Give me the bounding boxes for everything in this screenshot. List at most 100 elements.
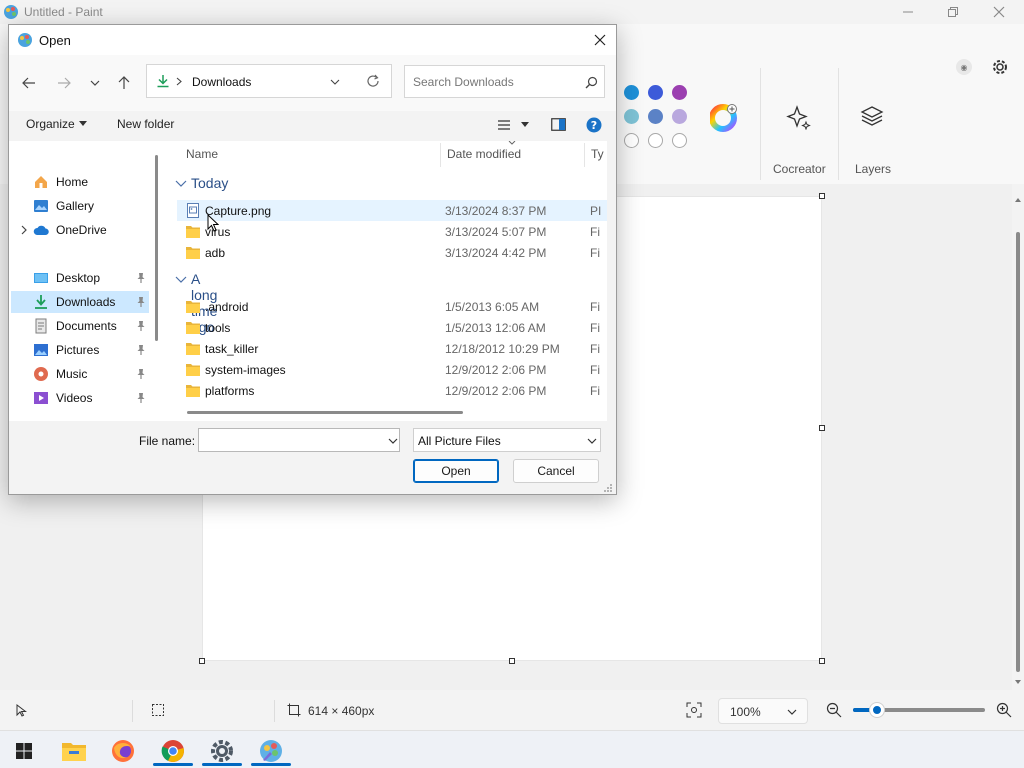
palette-color-swatch[interactable] xyxy=(624,109,639,124)
chevron-down-icon[interactable] xyxy=(388,437,398,445)
canvas-resize-handle[interactable] xyxy=(819,425,825,431)
preview-pane-icon[interactable] xyxy=(551,118,566,131)
taskbar-paint[interactable] xyxy=(251,736,291,766)
nav-item-documents[interactable]: Documents xyxy=(11,315,149,337)
file-type-select[interactable]: All Picture Files xyxy=(413,428,601,452)
forward-button[interactable] xyxy=(52,71,76,95)
back-button[interactable] xyxy=(17,71,41,95)
palette-color-swatch[interactable] xyxy=(624,85,639,100)
organize-button[interactable]: Organize xyxy=(26,117,75,131)
nav-item-gallery[interactable]: Gallery xyxy=(11,195,149,217)
taskbar-firefox[interactable] xyxy=(103,736,143,766)
folder-row[interactable]: task_killer 12/18/2012 10:29 PM Fi xyxy=(177,338,607,359)
folder-row[interactable]: adb 3/13/2024 4:42 PM Fi xyxy=(177,242,607,263)
collapse-chevron-icon[interactable] xyxy=(175,275,187,285)
open-button[interactable]: Open xyxy=(413,459,499,483)
start-button[interactable] xyxy=(4,736,44,766)
taskbar-settings[interactable] xyxy=(202,736,242,766)
nav-item-music[interactable]: Music xyxy=(11,363,149,385)
resize-grip-icon[interactable] xyxy=(603,483,613,493)
nav-item-label: Home xyxy=(56,175,89,189)
new-folder-button[interactable]: New folder xyxy=(117,117,174,131)
address-bar[interactable]: Downloads xyxy=(146,64,392,98)
folder-row[interactable]: .android 1/5/2013 6:05 AM Fi xyxy=(177,296,607,317)
search-box[interactable]: Search Downloads xyxy=(404,65,605,98)
palette-color-swatch[interactable] xyxy=(672,109,687,124)
palette-color-swatch[interactable] xyxy=(672,133,687,148)
caret-down-icon[interactable] xyxy=(521,122,529,128)
status-separator xyxy=(274,700,275,722)
nav-item-downloads[interactable]: Downloads xyxy=(11,291,149,313)
palette-color-swatch[interactable] xyxy=(648,133,663,148)
zoom-out-icon[interactable] xyxy=(826,702,842,718)
up-button[interactable] xyxy=(112,71,136,95)
column-header-type[interactable]: Ty xyxy=(591,147,604,161)
ribbon-separator xyxy=(760,68,761,180)
layers-label[interactable]: Layers xyxy=(855,162,891,176)
address-text[interactable]: Downloads xyxy=(192,75,251,89)
zoom-dropdown[interactable]: 100% xyxy=(718,698,808,724)
settings-icon xyxy=(211,740,233,762)
workspace-scrollbar[interactable] xyxy=(1014,196,1022,686)
column-separator[interactable] xyxy=(584,143,585,167)
file-row[interactable]: Capture.png 3/13/2024 8:37 PM PI xyxy=(177,200,607,221)
file-type: Fi xyxy=(590,225,600,239)
taskbar-chrome[interactable] xyxy=(153,736,193,766)
nav-item-videos[interactable]: Videos xyxy=(11,387,149,409)
fit-to-window-icon[interactable] xyxy=(686,702,702,718)
nav-item-home[interactable]: Home xyxy=(11,171,149,193)
column-header-date-modified[interactable]: Date modified xyxy=(447,147,521,161)
layers-icon[interactable] xyxy=(860,104,884,128)
zoom-slider[interactable] xyxy=(853,703,985,717)
expand-chevron-icon[interactable] xyxy=(19,225,29,235)
account-avatar[interactable]: ◉ xyxy=(956,59,972,75)
home-icon xyxy=(35,176,47,188)
nav-pane-scrollbar[interactable] xyxy=(155,155,158,341)
scrollbar-thumb[interactable] xyxy=(1016,232,1020,672)
palette-color-swatch[interactable] xyxy=(648,109,663,124)
column-header-name[interactable]: Name xyxy=(186,147,218,161)
edit-colors-icon[interactable] xyxy=(710,104,738,132)
refresh-icon[interactable] xyxy=(366,74,380,88)
canvas-resize-handle[interactable] xyxy=(819,658,825,664)
folder-row[interactable]: tools 1/5/2013 12:06 AM Fi xyxy=(177,317,607,338)
canvas-resize-handle[interactable] xyxy=(819,193,825,199)
minimize-button[interactable] xyxy=(886,2,930,22)
restore-button[interactable] xyxy=(931,2,975,22)
gear-icon[interactable] xyxy=(990,57,1010,77)
nav-item-desktop[interactable]: Desktop xyxy=(11,267,149,289)
palette-color-swatch[interactable] xyxy=(624,133,639,148)
cocreator-label[interactable]: Cocreator xyxy=(773,162,826,176)
recent-locations-button[interactable] xyxy=(83,71,107,95)
folder-row[interactable]: virus 3/13/2024 5:07 PM Fi xyxy=(177,221,607,242)
search-icon[interactable] xyxy=(585,76,598,89)
column-separator[interactable] xyxy=(440,143,441,167)
cancel-button[interactable]: Cancel xyxy=(513,459,599,483)
chevron-down-icon[interactable] xyxy=(330,78,340,86)
folder-row[interactable]: platforms 12/9/2012 2:06 PM Fi xyxy=(177,380,607,401)
cocreator-icon[interactable] xyxy=(786,104,812,130)
palette-color-swatch[interactable] xyxy=(648,85,663,100)
nav-item-onedrive[interactable]: OneDrive xyxy=(11,219,149,241)
scroll-down-icon[interactable] xyxy=(1014,678,1022,686)
file-name-input[interactable] xyxy=(198,428,400,452)
taskbar-file-explorer[interactable] xyxy=(54,736,94,766)
zoom-slider-thumb[interactable] xyxy=(869,703,884,717)
file-list-horizontal-scrollbar[interactable] xyxy=(187,411,463,414)
dialog-close-button[interactable] xyxy=(589,29,611,51)
zoom-in-icon[interactable] xyxy=(996,702,1012,718)
palette-color-swatch[interactable] xyxy=(672,85,687,100)
caret-down-icon[interactable] xyxy=(79,121,87,127)
close-window-button[interactable] xyxy=(977,2,1021,22)
view-options-icon[interactable] xyxy=(497,119,511,131)
download-icon xyxy=(35,295,47,309)
canvas-resize-handle[interactable] xyxy=(509,658,515,664)
restore-icon xyxy=(948,7,958,17)
nav-item-pictures[interactable]: Pictures xyxy=(11,339,149,361)
scroll-up-icon[interactable] xyxy=(1014,196,1022,204)
canvas-resize-handle[interactable] xyxy=(199,658,205,664)
nav-item-label: Downloads xyxy=(56,295,116,309)
collapse-chevron-icon[interactable] xyxy=(175,179,187,189)
help-icon[interactable]: ? xyxy=(586,117,602,133)
folder-row[interactable]: system-images 12/9/2012 2:06 PM Fi xyxy=(177,359,607,380)
